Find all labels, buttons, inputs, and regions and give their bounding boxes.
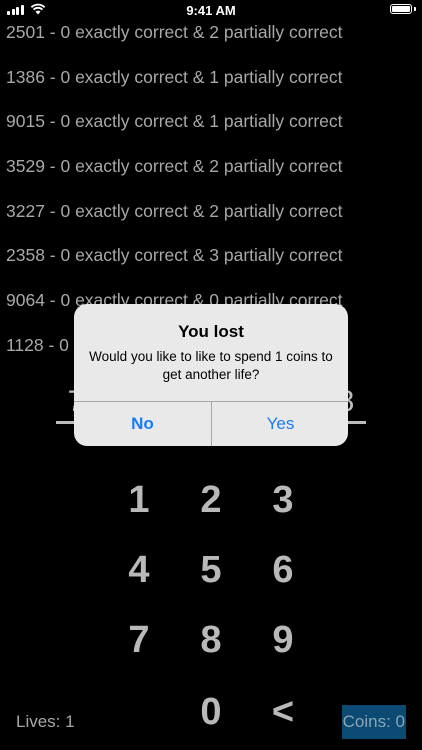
key-1[interactable]: 1 xyxy=(104,470,174,530)
key-5[interactable]: 5 xyxy=(176,540,246,600)
alert-yes-button[interactable]: Yes xyxy=(212,402,348,446)
battery-icon xyxy=(390,4,412,14)
backspace-key[interactable]: < xyxy=(248,682,318,742)
alert-title: You lost xyxy=(178,322,244,341)
key-2[interactable]: 2 xyxy=(176,470,246,530)
status-bar: 9:41 AM xyxy=(0,0,422,20)
key-0[interactable]: 0 xyxy=(176,682,246,742)
guess-row: 3529 - 0 exactly correct & 2 partially c… xyxy=(6,156,343,177)
battery-tip xyxy=(414,7,416,11)
alert-no-button[interactable]: No xyxy=(74,402,211,446)
you-lost-alert: You lost Would you like to like to spend… xyxy=(74,304,348,446)
key-7[interactable]: 7 xyxy=(104,610,174,670)
guess-row: 2358 - 0 exactly correct & 3 partially c… xyxy=(6,245,343,266)
key-8[interactable]: 8 xyxy=(176,610,246,670)
guess-row: 3227 - 0 exactly correct & 2 partially c… xyxy=(6,200,343,221)
key-4[interactable]: 4 xyxy=(104,540,174,600)
alert-message: Would you like to like to spend 1 coins … xyxy=(89,349,333,382)
key-3[interactable]: 3 xyxy=(248,470,318,530)
battery-fill xyxy=(392,6,410,12)
guess-row: 2501 - 0 exactly correct & 2 partially c… xyxy=(6,22,343,42)
guess-row: 9015 - 0 exactly correct & 1 partially c… xyxy=(6,111,343,132)
guess-row: 1386 - 0 exactly correct & 1 partially c… xyxy=(6,66,343,87)
status-time: 9:41 AM xyxy=(186,3,236,18)
coins-button[interactable]: Coins: 0 xyxy=(341,705,406,739)
key-6[interactable]: 6 xyxy=(248,540,318,600)
lives-label: Lives: 1 xyxy=(16,712,75,731)
key-9[interactable]: 9 xyxy=(248,610,318,670)
